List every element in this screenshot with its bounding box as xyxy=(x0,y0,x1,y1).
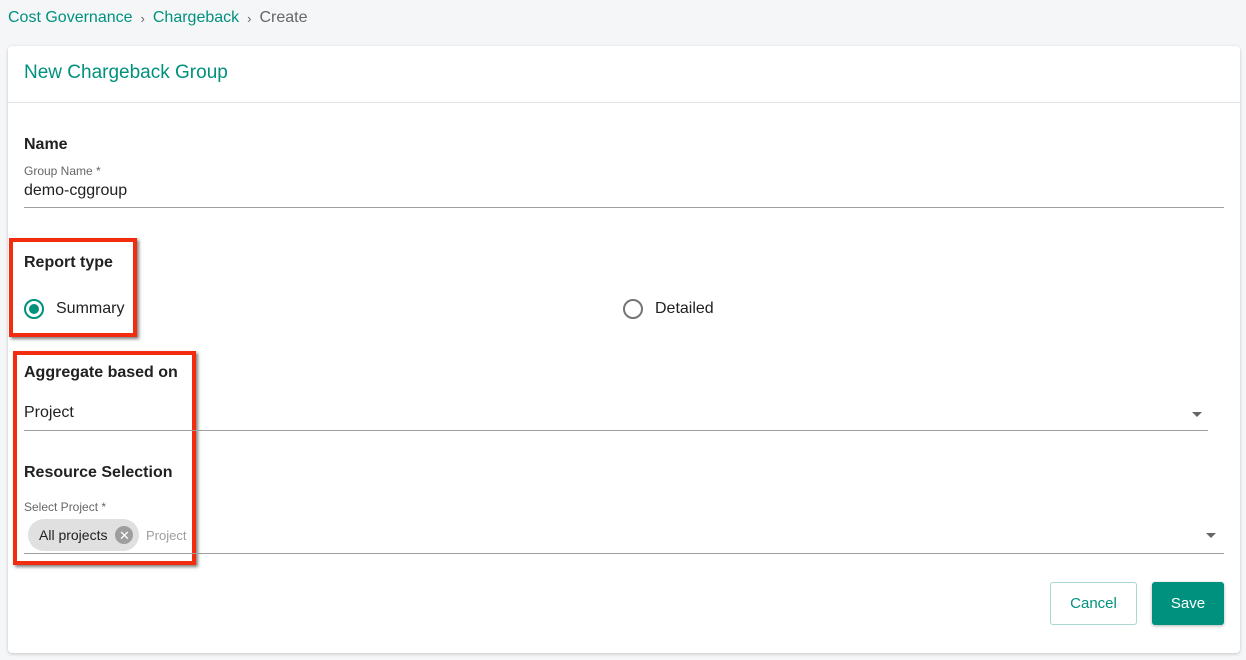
select-project-label: Select Project * xyxy=(24,500,107,514)
group-name-input[interactable]: demo-cggroup xyxy=(24,182,127,200)
group-name-underline xyxy=(24,207,1224,208)
breadcrumb-separator: › xyxy=(140,10,145,26)
report-type-heading: Report type xyxy=(24,254,113,271)
save-button[interactable]: Save xyxy=(1152,582,1224,625)
chevron-down-icon[interactable] xyxy=(1206,533,1216,538)
group-name-label: Group Name * xyxy=(24,164,101,178)
radio-unchecked-icon xyxy=(623,299,643,319)
breadcrumb: Cost Governance › Chargeback › Create xyxy=(8,9,308,27)
chip-all-projects: All projects ✕ xyxy=(28,519,140,551)
project-search-input[interactable]: Project xyxy=(146,528,186,543)
divider xyxy=(8,102,1240,103)
breadcrumb-chargeback[interactable]: Chargeback xyxy=(153,9,239,27)
cancel-button[interactable]: Cancel xyxy=(1050,582,1137,625)
aggregate-select[interactable]: Project xyxy=(24,404,1208,431)
resource-heading: Resource Selection xyxy=(24,464,173,481)
chevron-down-icon xyxy=(1192,412,1202,417)
breadcrumb-cost-governance[interactable]: Cost Governance xyxy=(8,9,133,27)
breadcrumb-current: Create xyxy=(259,9,308,26)
page-title: New Chargeback Group xyxy=(24,62,228,83)
radio-detailed[interactable]: Detailed xyxy=(623,299,714,319)
radio-label: Summary xyxy=(56,300,125,317)
radio-label: Detailed xyxy=(655,300,714,317)
annotation-box xyxy=(9,238,137,337)
breadcrumb-separator: › xyxy=(247,10,252,26)
close-icon[interactable]: ✕ xyxy=(115,526,134,544)
aggregate-value: Project xyxy=(24,404,74,421)
radio-summary[interactable]: Summary xyxy=(24,299,124,319)
name-heading: Name xyxy=(24,136,68,153)
aggregate-underline xyxy=(24,430,1208,431)
aggregate-heading: Aggregate based on xyxy=(24,364,178,381)
chip-label: All projects xyxy=(39,527,108,543)
project-underline xyxy=(24,553,1224,554)
radio-checked-icon xyxy=(24,299,44,319)
